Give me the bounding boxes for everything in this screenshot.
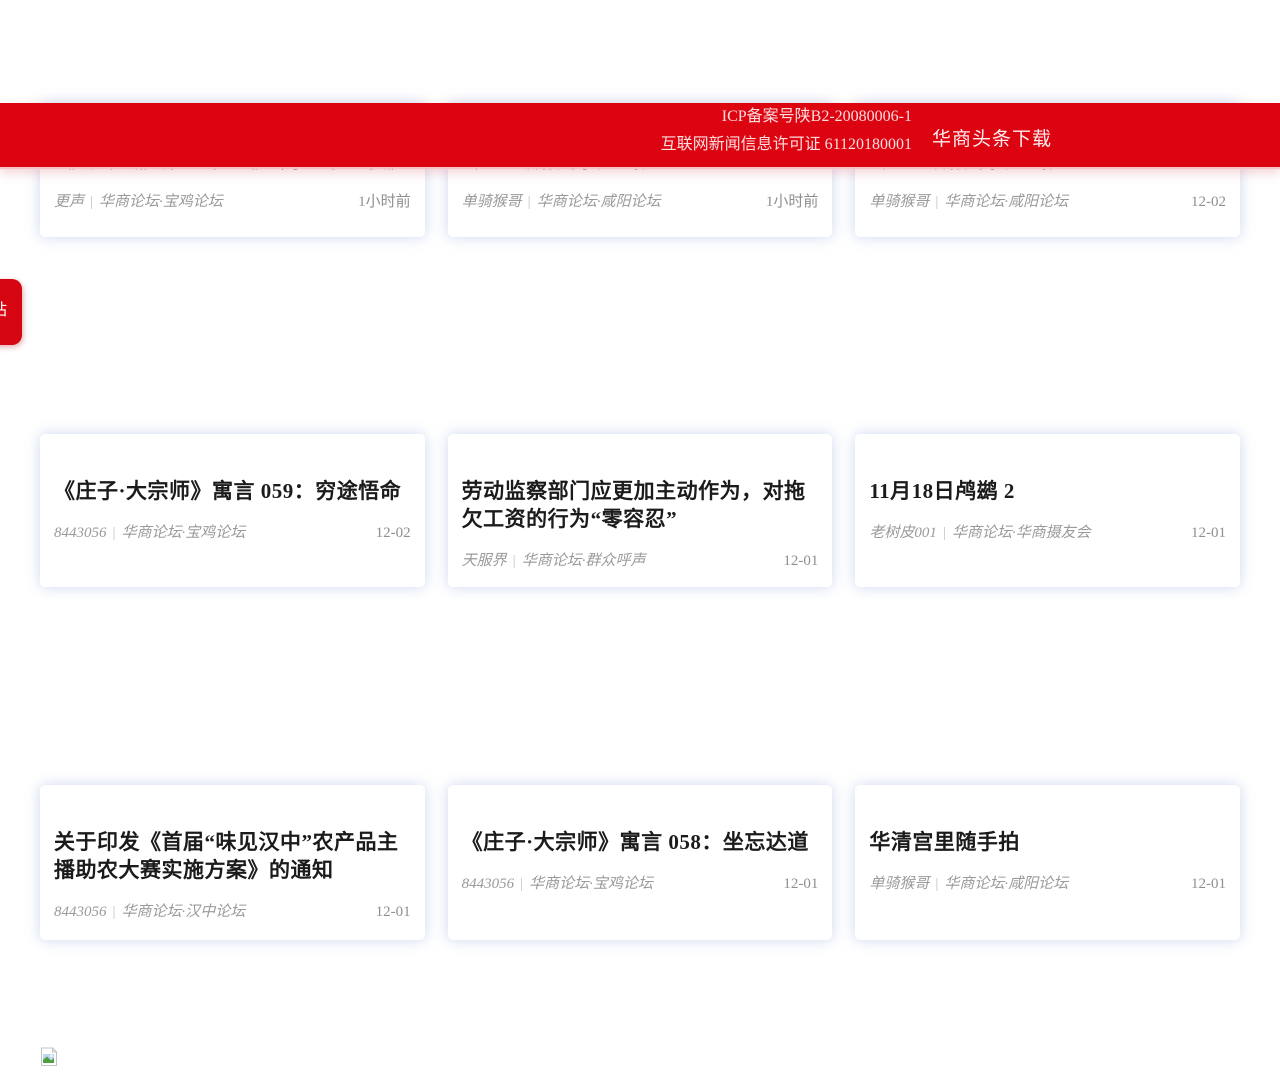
article-meta: 8443056 | 华商论坛·宝鸡论坛 12-01 <box>462 872 819 893</box>
meta-separator: | <box>113 904 116 920</box>
app-download-link[interactable]: 华商头条下载 <box>932 124 1052 151</box>
news-license-text: 互联网新闻信息许可证 61120180001 <box>661 136 912 154</box>
forum-name: 华商论坛·华商摄友会 <box>952 525 1091 541</box>
author-name: 8443056 <box>54 904 107 920</box>
article-title[interactable]: 11月18日鸬鹚 2 <box>869 477 1226 505</box>
article-time: 12-01 <box>1191 525 1226 542</box>
forum-name: 华商论坛·汉中论坛 <box>122 904 246 920</box>
article-time: 1小时前 <box>358 190 411 211</box>
article-card[interactable]: 11月18日鸬鹚 2 老树皮001 | 华商论坛·华商摄友会 12-01 <box>855 434 1240 587</box>
article-meta: 单骑猴哥 | 华商论坛·咸阳论坛 12-01 <box>869 872 1226 893</box>
author-name: 单骑猴哥 <box>462 194 522 210</box>
forum-name: 华商论坛·咸阳论坛 <box>944 876 1068 892</box>
article-meta: 天服界 | 华商论坛·群众呼声 12-01 <box>462 549 819 570</box>
site-license-block: ICP备案号陕B2-20080006-1 互联网新闻信息许可证 61120180… <box>661 103 912 154</box>
author-name: 单骑猴哥 <box>869 876 929 892</box>
meta-separator: | <box>935 876 938 892</box>
article-author-forum: 8443056 | 华商论坛·宝鸡论坛 <box>462 872 653 893</box>
article-meta: 更声 | 华商论坛·宝鸡论坛 1小时前 <box>54 190 411 211</box>
author-name: 8443056 <box>54 525 107 541</box>
forum-name: 华商论坛·宝鸡论坛 <box>529 876 653 892</box>
card-row: 关于印发《首届“味见汉中”农产品主播助农大赛实施方案》的通知 8443056|华… <box>40 785 1240 940</box>
article-time: 12-01 <box>783 876 818 893</box>
article-title[interactable]: 劳动监察部门应更加主动作为，对拖欠工资的行为“零容忍” <box>462 477 819 533</box>
article-title[interactable]: 华清宫里随手拍 <box>869 828 1226 856</box>
article-meta: 老树皮001 | 华商论坛·华商摄友会 12-01 <box>869 521 1226 542</box>
article-author-forum: 单骑猴哥 | 华商论坛·咸阳论坛 <box>462 190 661 211</box>
meta-separator: | <box>513 553 516 569</box>
meta-separator: | <box>943 525 946 541</box>
side-floating-tab[interactable]: 站 <box>0 279 22 345</box>
article-author-forum: 更声 | 华商论坛·宝鸡论坛 <box>54 190 223 211</box>
article-title[interactable]: 《庄子·大宗师》寓言 059：穷途悟命 <box>54 477 411 505</box>
forum-name: 华商论坛·宝鸡论坛 <box>99 194 223 210</box>
author-name: 更声 <box>54 194 84 210</box>
article-author-forum: 天服界 | 华商论坛·群众呼声 <box>462 549 646 570</box>
meta-separator: | <box>113 525 116 541</box>
article-time: 12-01 <box>783 553 818 570</box>
article-card[interactable]: 《庄子·大宗师》寓言 059：穷途悟命 8443056 | 华商论坛·宝鸡论坛 12… <box>40 434 425 587</box>
article-author-forum: 老树皮001 | 华商论坛·华商摄友会 <box>869 521 1090 542</box>
article-meta: 8443056 | 华商论坛·宝鸡论坛 12-02 <box>54 521 411 542</box>
author-name: 8443056 <box>462 876 515 892</box>
card-row: 《庄子·大宗师》寓言 059：穷途悟命 8443056 | 华商论坛·宝鸡论坛 12… <box>40 434 1240 587</box>
article-card[interactable]: 关于印发《首届“味见汉中”农产品主播助农大赛实施方案》的通知 8443056 | 华… <box>40 785 425 940</box>
article-meta: 单骑猴哥 | 华商论坛·咸阳论坛 12-02 <box>869 190 1226 211</box>
broken-image-icon <box>40 1047 60 1067</box>
article-title[interactable]: 《庄子·大宗师》寓言 058：坐忘达道 <box>462 828 819 856</box>
meta-separator: | <box>935 194 938 210</box>
icp-license-text: ICP备案号陕B2-20080006-1 <box>661 108 912 126</box>
meta-separator: | <box>520 876 523 892</box>
article-author-forum: 8443056 | 华商论坛·汉中论坛 <box>54 900 245 921</box>
article-grid: 《新碎戏》第五集：《皂角树下的夜》 更声|华商论坛·宝鸡论坛 1小时前 冬日里咸… <box>0 103 1280 940</box>
forum-name: 华商论坛·咸阳论坛 <box>537 194 661 210</box>
meta-separator: | <box>90 194 93 210</box>
top-red-bar: ICP备案号陕B2-20080006-1 互联网新闻信息许可证 61120180… <box>0 103 1280 169</box>
article-time: 12-02 <box>376 525 411 542</box>
meta-separator: | <box>528 194 531 210</box>
side-tab-label: 站 <box>0 301 7 321</box>
article-author-forum: 8443056 | 华商论坛·宝鸡论坛 <box>54 521 245 542</box>
article-time: 12-02 <box>1191 194 1226 211</box>
forum-name: 华商论坛·群众呼声 <box>522 553 646 569</box>
article-time: 12-01 <box>1191 876 1226 893</box>
article-card[interactable]: 劳动监察部门应更加主动作为，对拖欠工资的行为“零容忍” 天服界 | 华商论坛·群众呼… <box>448 434 833 587</box>
article-author-forum: 单骑猴哥 | 华商论坛·咸阳论坛 <box>869 872 1068 893</box>
article-title[interactable]: 关于印发《首届“味见汉中”农产品主播助农大赛实施方案》的通知 <box>54 828 411 884</box>
article-meta: 单骑猴哥 | 华商论坛·咸阳论坛 1小时前 <box>462 190 819 211</box>
article-time: 1小时前 <box>766 190 819 211</box>
article-time: 12-01 <box>376 904 411 921</box>
article-meta: 8443056 | 华商论坛·汉中论坛 12-01 <box>54 900 411 921</box>
author-name: 老树皮001 <box>869 525 937 541</box>
article-card[interactable]: 《庄子·大宗师》寓言 058：坐忘达道 8443056 | 华商论坛·宝鸡论坛 12… <box>448 785 833 940</box>
article-card[interactable]: 华清宫里随手拍 单骑猴哥 | 华商论坛·咸阳论坛 12-01 <box>855 785 1240 940</box>
article-author-forum: 单骑猴哥 | 华商论坛·咸阳论坛 <box>869 190 1068 211</box>
forum-name: 华商论坛·宝鸡论坛 <box>122 525 246 541</box>
forum-name: 华商论坛·咸阳论坛 <box>944 194 1068 210</box>
author-name: 天服界 <box>462 553 507 569</box>
author-name: 单骑猴哥 <box>869 194 929 210</box>
